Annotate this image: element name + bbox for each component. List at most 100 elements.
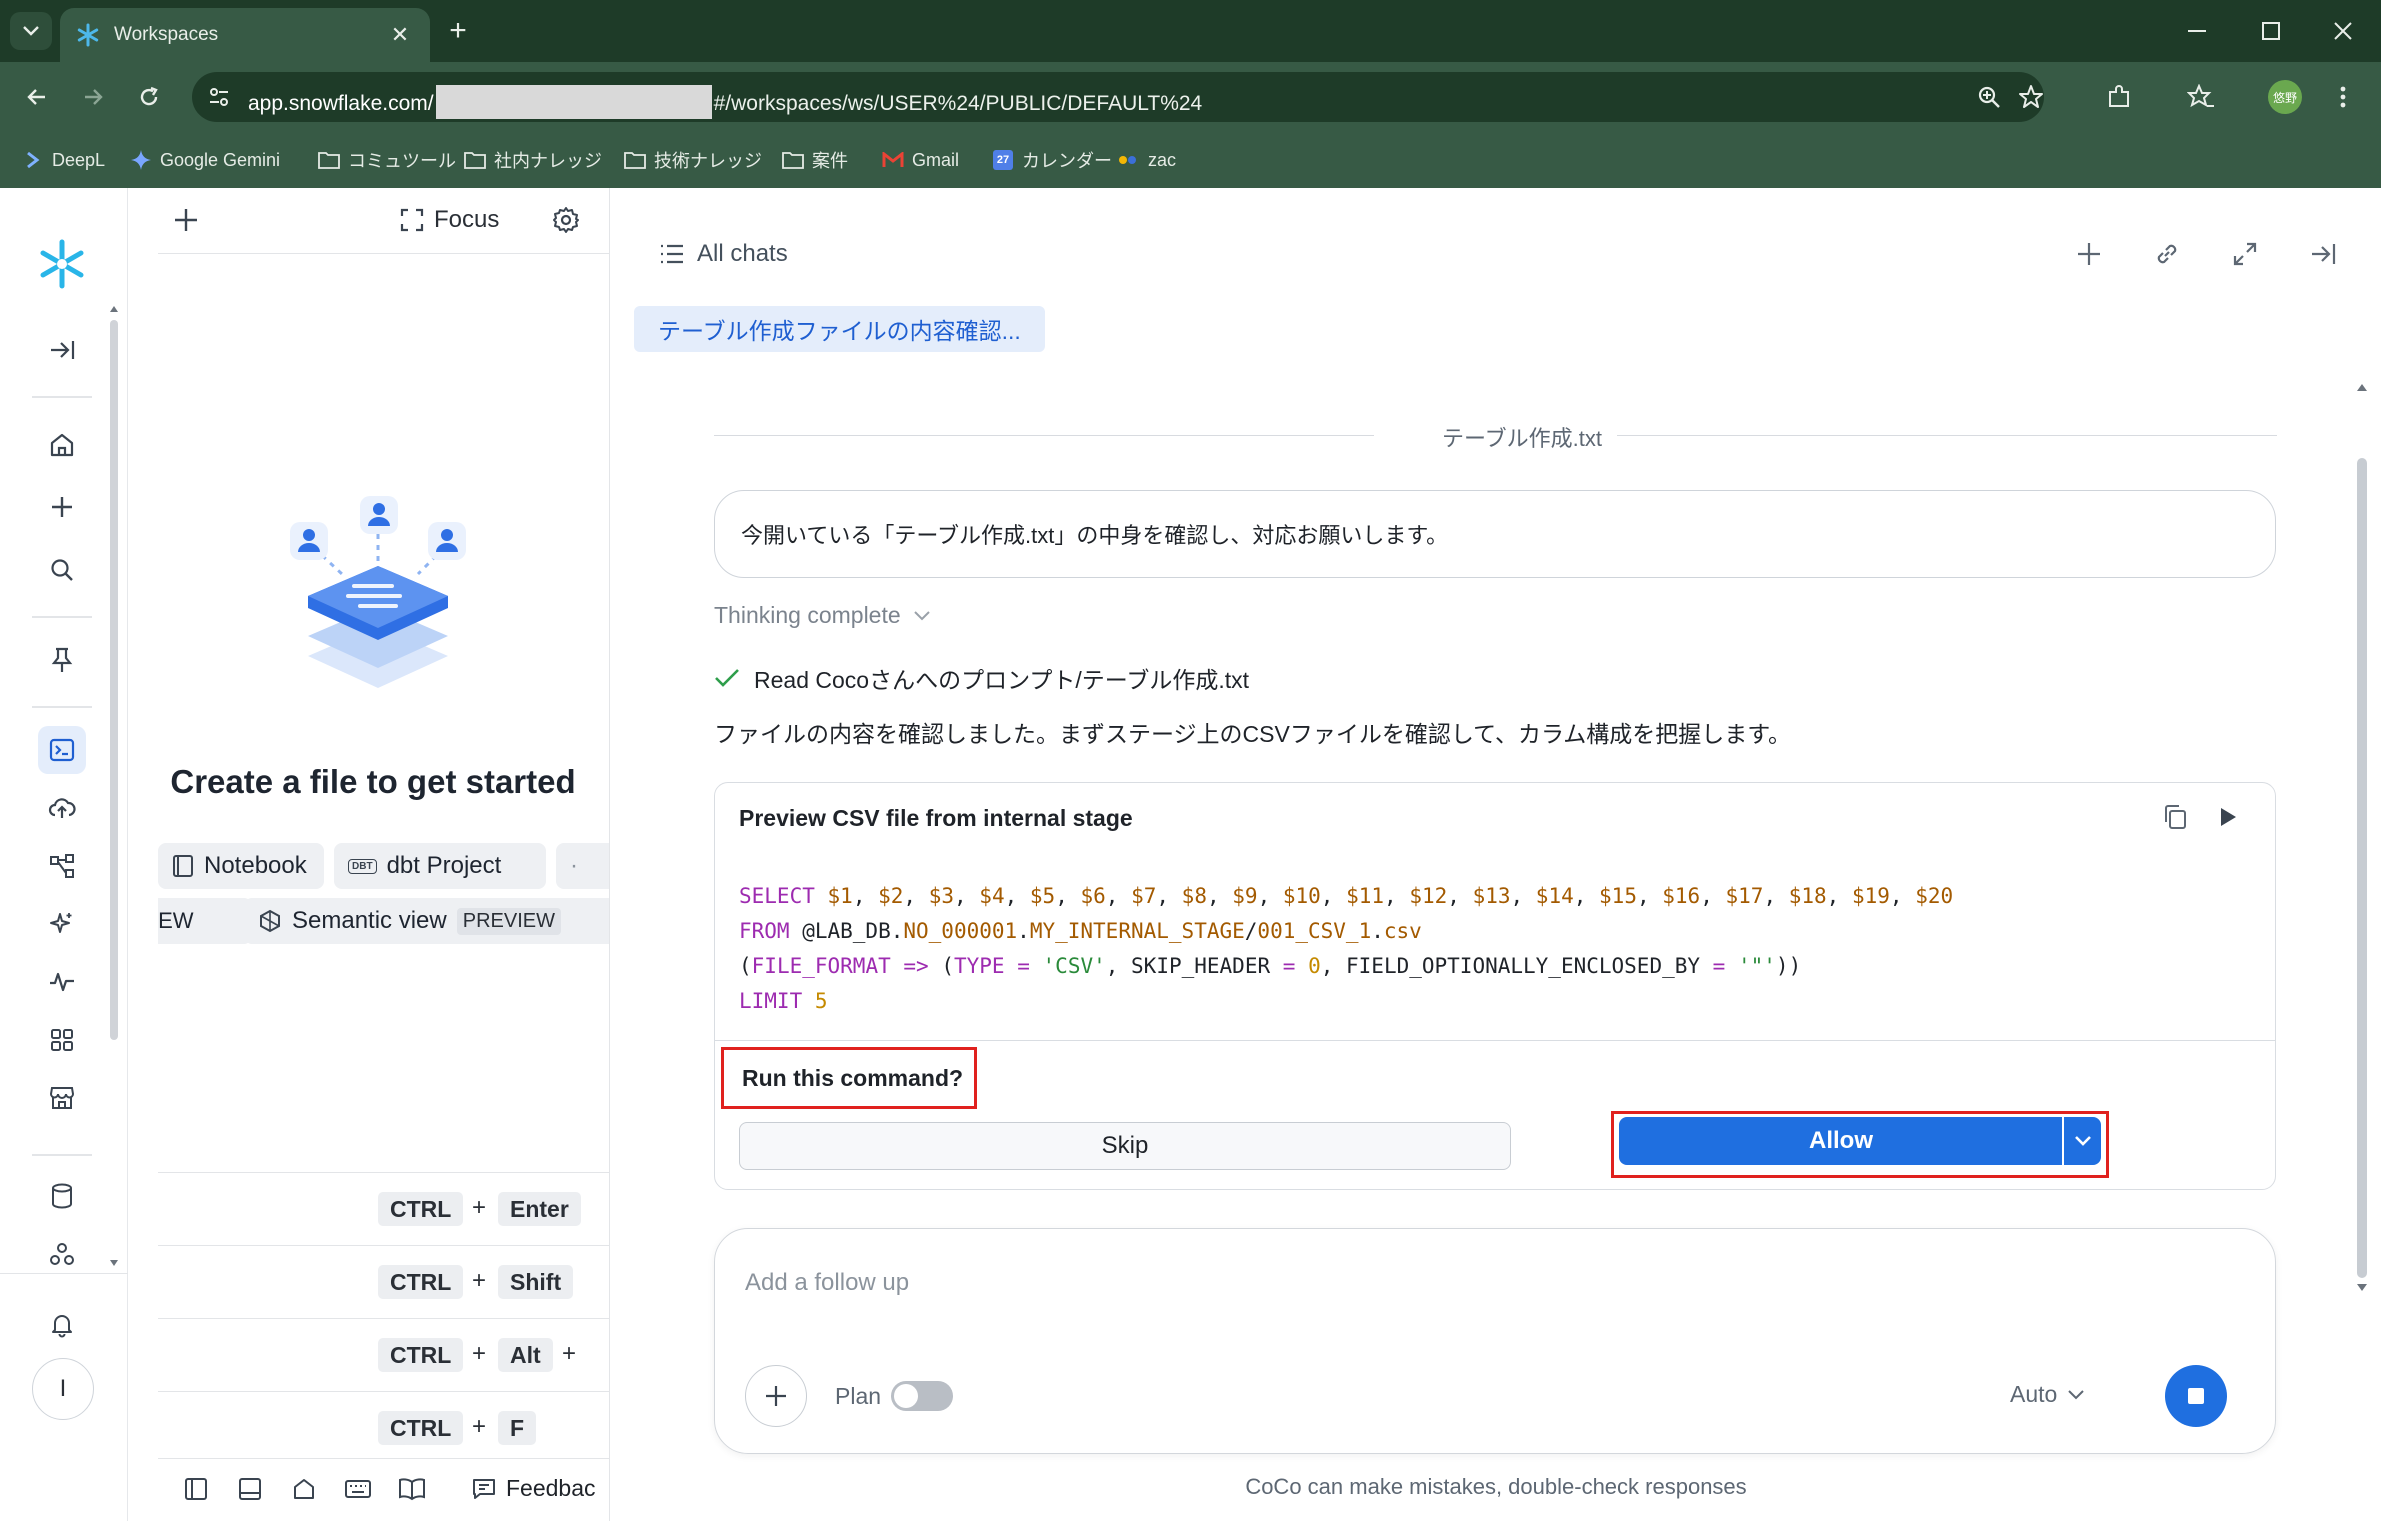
- bookmark-star-icon[interactable]: [2018, 84, 2044, 110]
- focus-button[interactable]: Focus: [400, 206, 499, 234]
- settings-button[interactable]: [552, 206, 580, 234]
- new-tab-button[interactable]: +: [440, 14, 476, 50]
- semantic-view-icon: [260, 909, 280, 933]
- tab-search-button[interactable]: [10, 12, 52, 50]
- file-divider-line: [714, 435, 1374, 436]
- profile-button[interactable]: 悠野: [2264, 76, 2306, 118]
- expand-chat-button[interactable]: [2231, 240, 2259, 268]
- maximize-button[interactable]: [2246, 12, 2296, 50]
- plan-toggle[interactable]: [891, 1381, 954, 1411]
- chat-scrollbar[interactable]: [2357, 458, 2367, 1278]
- nav-monitoring[interactable]: [38, 958, 86, 1006]
- rail-scrollbar[interactable]: [110, 320, 118, 1040]
- bookmark-calendar[interactable]: 27 カレンダー: [992, 145, 1112, 175]
- back-button[interactable]: [16, 76, 58, 118]
- keyboard-shortcuts-button[interactable]: [344, 1477, 372, 1501]
- plus-icon: [175, 209, 197, 231]
- copy-code-button[interactable]: [2162, 803, 2188, 831]
- new-chat-button[interactable]: [2075, 240, 2103, 268]
- assistant-response: ファイルの内容を確認しました。まずステージ上のCSVファイルを確認して、カラム構…: [714, 721, 1792, 747]
- bookmark-deepl[interactable]: DeepL: [22, 145, 105, 175]
- bookmark-zac[interactable]: zac: [1118, 145, 1176, 175]
- site-info-icon[interactable]: [206, 84, 232, 110]
- deepl-icon: [22, 149, 44, 171]
- address-bar[interactable]: app.snowflake.com/#/workspaces/ws/USER%2…: [192, 72, 2044, 122]
- file-context-label: テーブル作成.txt: [1441, 426, 1603, 451]
- nav-marketplace[interactable]: [38, 1074, 86, 1122]
- nav-data[interactable]: [38, 1172, 86, 1220]
- create-notebook-chip[interactable]: Notebook: [158, 843, 324, 889]
- bookmark-folder-projects[interactable]: 案件: [782, 145, 848, 175]
- bookmark-folder-community-tools[interactable]: コミュツール: [318, 145, 456, 175]
- nav-search[interactable]: [38, 546, 86, 594]
- skip-button[interactable]: Skip: [739, 1122, 1511, 1170]
- nav-pinned[interactable]: [38, 636, 86, 684]
- favorites-button[interactable]: [2180, 76, 2222, 118]
- reload-button[interactable]: [128, 76, 170, 118]
- feedback-button[interactable]: Feedbac: [472, 1475, 596, 1502]
- plus-icon: [52, 497, 72, 517]
- toggle-sidebar-button[interactable]: [184, 1477, 208, 1501]
- minimize-button[interactable]: [2172, 12, 2222, 50]
- extensions-button[interactable]: [2098, 76, 2140, 118]
- collapse-chat-button[interactable]: [2309, 240, 2337, 268]
- stop-generation-button[interactable]: [2165, 1365, 2227, 1427]
- nav-create[interactable]: [38, 483, 86, 531]
- copy-link-button[interactable]: [2153, 240, 2181, 268]
- add-file-button[interactable]: [172, 206, 200, 234]
- allow-button[interactable]: Allow: [1619, 1117, 2063, 1165]
- close-window-button[interactable]: [2318, 12, 2368, 50]
- bookmark-google-gemini[interactable]: Google Gemini: [130, 145, 280, 175]
- create-semantic-view-chip[interactable]: Semantic view PREVIEW: [244, 898, 609, 944]
- chat-scroll-up-icon[interactable]: [2357, 384, 2367, 391]
- zoom-icon[interactable]: [1976, 84, 2002, 110]
- create-more-chip[interactable]: ·: [556, 843, 609, 889]
- follow-up-input[interactable]: Add a follow up: [745, 1269, 909, 1297]
- home-panel-button[interactable]: [292, 1477, 316, 1501]
- keyboard-icon: [345, 1480, 371, 1498]
- nav-apps[interactable]: [38, 1016, 86, 1064]
- bookmark-folder-tech-knowledge[interactable]: 技術ナレッジ: [624, 145, 762, 175]
- user-message: 今開いている「テーブル作成.txt」の中身を確認し、対応お願いします。: [714, 490, 2276, 578]
- thinking-toggle[interactable]: Thinking complete: [714, 602, 931, 629]
- mode-select[interactable]: Auto: [2010, 1381, 2085, 1408]
- check-icon: [715, 669, 739, 687]
- cloud-upload-icon: [48, 798, 76, 818]
- attach-button[interactable]: [745, 1365, 807, 1427]
- snowflake-logo-icon[interactable]: [36, 238, 88, 290]
- browser-menu-button[interactable]: [2322, 76, 2364, 118]
- tab-close-icon[interactable]: ✕: [386, 22, 414, 48]
- chat-scroll-down-icon[interactable]: [2357, 1284, 2367, 1291]
- create-dbt-project-chip[interactable]: DBT dbt Project: [334, 843, 546, 889]
- bookmark-gmail[interactable]: Gmail: [882, 145, 959, 175]
- folder-icon: [782, 149, 804, 171]
- folder-icon: [318, 149, 340, 171]
- forward-button[interactable]: [72, 76, 114, 118]
- preview-chip-truncated[interactable]: IEW: [158, 898, 252, 944]
- rail-scroll-down-icon[interactable]: [110, 1260, 118, 1266]
- notifications-button[interactable]: [38, 1301, 86, 1349]
- plan-toggle-group: Plan: [835, 1381, 954, 1411]
- nav-home[interactable]: [38, 421, 86, 469]
- user-avatar-button[interactable]: I: [32, 1358, 94, 1420]
- chat-tab-active[interactable]: テーブル作成ファイルの内容確認...: [634, 306, 1045, 352]
- allow-options-dropdown[interactable]: [2064, 1117, 2101, 1165]
- kbd-key: F: [498, 1411, 537, 1445]
- folder-icon: [624, 149, 646, 171]
- run-code-button[interactable]: [2217, 805, 2239, 829]
- rail-scroll-up-icon[interactable]: [110, 306, 118, 312]
- nav-workspaces-active[interactable]: [38, 726, 86, 774]
- zac-icon: [1118, 149, 1140, 171]
- bookmark-folder-internal-knowledge[interactable]: 社内ナレッジ: [464, 145, 602, 175]
- nav-governance[interactable]: [38, 1230, 86, 1278]
- browser-tab-active[interactable]: Workspaces ✕: [60, 8, 430, 62]
- docs-button[interactable]: [398, 1477, 426, 1501]
- all-chats-button[interactable]: All chats: [659, 240, 788, 268]
- nav-data-upload[interactable]: [38, 784, 86, 832]
- kbd-key: CTRL: [378, 1265, 464, 1299]
- nav-transformation[interactable]: [38, 842, 86, 890]
- home-outline-icon: [294, 1479, 314, 1499]
- nav-ai-ml[interactable]: [38, 900, 86, 948]
- expand-sidebar-button[interactable]: [38, 326, 86, 374]
- toggle-bottom-panel-button[interactable]: [238, 1477, 262, 1501]
